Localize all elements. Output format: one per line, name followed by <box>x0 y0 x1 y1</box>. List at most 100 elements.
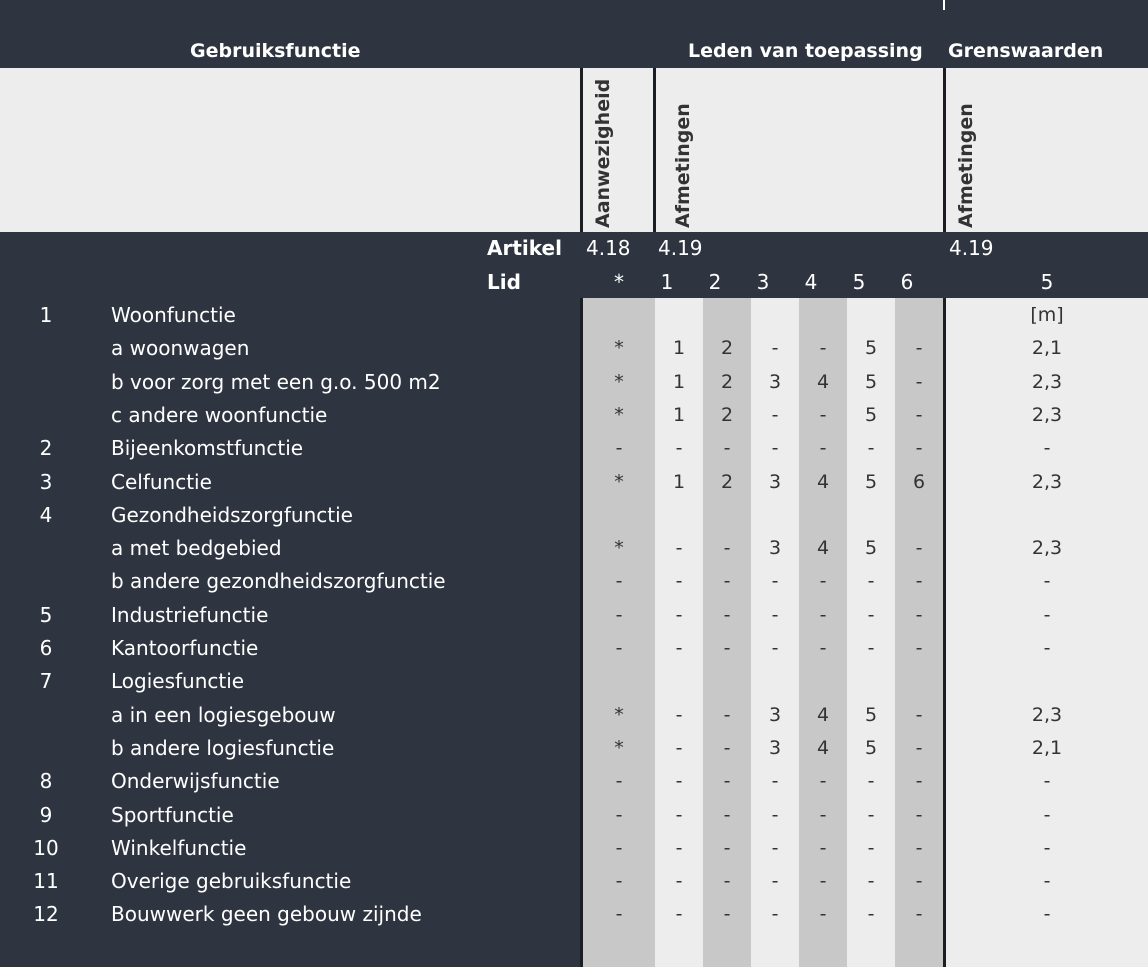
cell-lid-1: - <box>675 703 683 726</box>
cell-grenswaarde: - <box>1043 903 1051 926</box>
cell-aanwezigheid <box>583 299 655 332</box>
lid-2: 2 <box>708 270 722 294</box>
cell-aanwezigheid <box>583 665 655 698</box>
cell-lid-5: 5 <box>864 337 878 360</box>
cell-lid-4 <box>799 499 847 532</box>
header-tick <box>943 0 945 10</box>
cell-lid-5: - <box>867 870 875 893</box>
table-row: 12 Bouwwerk geen gebouw zijnde - - - - - - - - <box>0 898 1148 931</box>
cell-grenswaarde: 2,3 <box>1031 470 1063 493</box>
cell-lid-2: - <box>723 770 731 793</box>
cell-aanwezigheid: * <box>614 370 624 393</box>
cell-lid-3: - <box>771 570 779 593</box>
cell-aanwezigheid: - <box>615 903 623 926</box>
lid-1: 1 <box>660 270 674 294</box>
cell-lid-1: - <box>675 570 683 593</box>
cell-lid-2: 2 <box>720 403 734 426</box>
table-row: 7 Logiesfunctie <box>0 665 1148 698</box>
lid-label: Lid <box>487 270 521 294</box>
cell-grenswaarde: 2,1 <box>1031 736 1063 759</box>
cell-lid-3: 3 <box>768 470 782 493</box>
cell-lid-6 <box>895 499 943 532</box>
cell-lid-1: 1 <box>672 337 686 360</box>
cell-grenswaarde <box>946 665 1148 698</box>
cell-lid-5: - <box>867 603 875 626</box>
cell-lid-5 <box>847 299 895 332</box>
cell-lid-2: - <box>723 803 731 826</box>
cell-lid-5: - <box>867 770 875 793</box>
cell-aanwezigheid: - <box>615 570 623 593</box>
cell-lid-1: - <box>675 537 683 560</box>
cell-grenswaarde: 2,3 <box>1031 703 1063 726</box>
cell-grenswaarde: - <box>1043 603 1051 626</box>
cell-lid-5: 5 <box>864 736 878 759</box>
cell-lid-4: - <box>819 903 827 926</box>
cell-lid-3: - <box>771 403 779 426</box>
cell-lid-2: - <box>723 870 731 893</box>
cell-lid-3: - <box>771 337 779 360</box>
cell-lid-1: - <box>675 836 683 859</box>
cell-lid-4: - <box>819 337 827 360</box>
row-number: 10 <box>33 835 59 860</box>
cell-lid-3: 3 <box>768 537 782 560</box>
lid-6: 6 <box>900 270 914 294</box>
cell-lid-5 <box>847 499 895 532</box>
cell-lid-4: - <box>819 570 827 593</box>
regulation-table: Gebruiksfunctie Leden van toepassing Gre… <box>0 0 1148 967</box>
table-row: b andere gezondheidszorgfunctie - - - - - - - - <box>0 565 1148 598</box>
cell-lid-6: - <box>915 803 923 826</box>
cell-grenswaarde: - <box>1043 803 1051 826</box>
cell-lid-3: - <box>771 437 779 460</box>
cell-lid-6: - <box>915 836 923 859</box>
cell-lid-4: - <box>819 437 827 460</box>
cell-lid-2: 2 <box>720 470 734 493</box>
cell-aanwezigheid: * <box>614 736 624 759</box>
cell-lid-6: - <box>915 637 923 659</box>
cell-lid-2: 2 <box>720 337 734 360</box>
row-number <box>0 732 92 765</box>
cell-lid-2: - <box>723 603 731 626</box>
cell-lid-5: - <box>867 803 875 826</box>
cell-grenswaarde: - <box>1043 770 1051 793</box>
cell-lid-1: 1 <box>672 370 686 393</box>
artikel-label: Artikel <box>487 236 562 260</box>
cell-aanwezigheid <box>583 499 655 532</box>
cell-lid-1: - <box>675 770 683 793</box>
row-label: b andere logiesfunctie <box>111 735 335 760</box>
cell-aanwezigheid: * <box>614 337 624 360</box>
cell-lid-1 <box>655 665 703 698</box>
lid-3: 3 <box>756 270 770 294</box>
cell-lid-4: 4 <box>816 703 830 726</box>
cell-lid-3 <box>751 499 799 532</box>
table-row: b andere logiesfunctie * - - 3 4 5 - 2,1 <box>0 732 1148 765</box>
row-label: Industriefunctie <box>111 602 269 627</box>
cell-lid-1: - <box>675 803 683 826</box>
row-number: 2 <box>39 436 53 461</box>
cell-lid-1: - <box>675 603 683 626</box>
cell-grenswaarde: - <box>1043 570 1051 593</box>
cell-aanwezigheid: - <box>615 803 623 826</box>
cell-lid-4: 4 <box>816 370 830 393</box>
cell-lid-5: 5 <box>864 470 878 493</box>
row-number <box>0 565 92 598</box>
cell-lid-6: - <box>915 870 923 893</box>
row-number: 4 <box>39 502 53 527</box>
table-row: c andere woonfunctie * 1 2 - - 5 - 2,3 <box>0 399 1148 432</box>
cell-aanwezigheid: * <box>614 403 624 426</box>
cell-lid-2: - <box>723 437 731 460</box>
row-label: a met bedgebied <box>111 536 282 561</box>
table-row: a in een logiesgebouw * - - 3 4 5 - 2,3 <box>0 699 1148 732</box>
cell-lid-1: - <box>675 637 683 659</box>
cell-lid-4: - <box>819 870 827 893</box>
row-label: a in een logiesgebouw <box>111 702 336 727</box>
cell-lid-6: 6 <box>912 470 926 493</box>
subheader-blank <box>0 68 580 232</box>
label-aanwezigheid: Aanwezigheid <box>592 78 614 228</box>
cell-lid-4: - <box>819 836 827 859</box>
cell-lid-2: - <box>723 537 731 560</box>
cell-aanwezigheid: * <box>614 537 624 560</box>
row-number: 6 <box>39 636 53 660</box>
cell-lid-6: - <box>915 437 923 460</box>
table-row: 8 Onderwijsfunctie - - - - - - - - <box>0 765 1148 798</box>
cell-lid-3 <box>751 299 799 332</box>
